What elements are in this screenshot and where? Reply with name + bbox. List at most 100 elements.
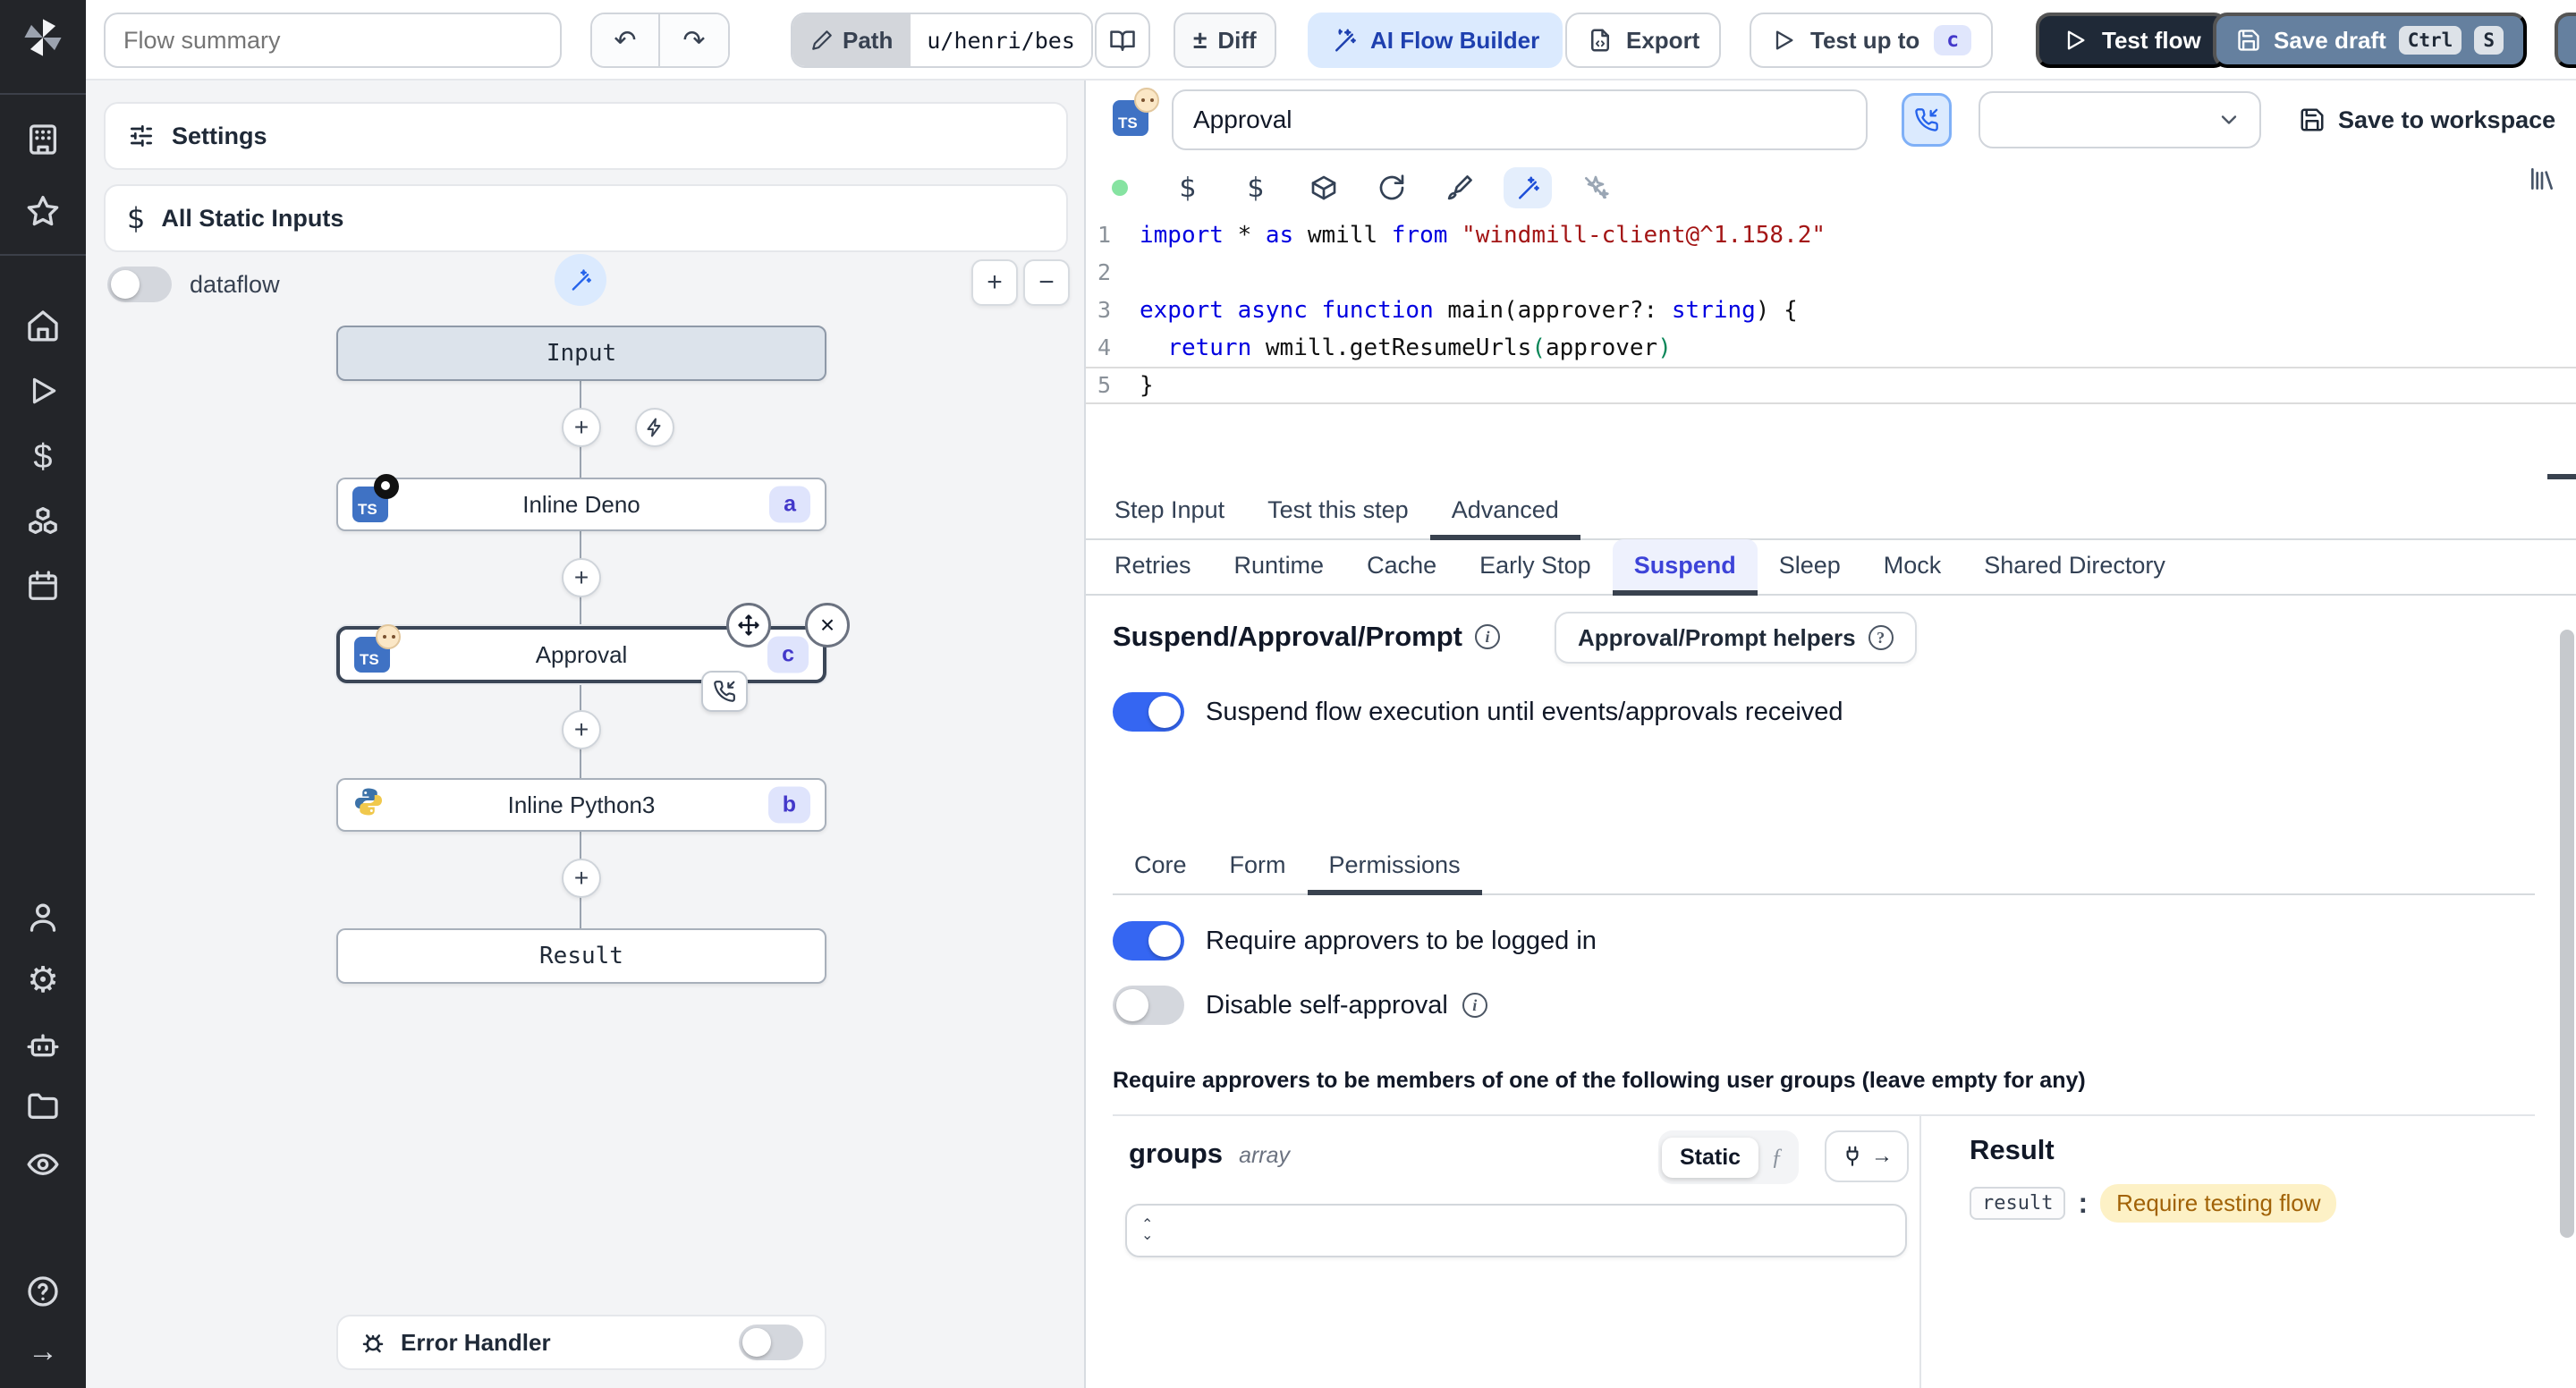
script-version-select[interactable] <box>1979 91 2261 148</box>
sliders-icon <box>131 125 152 147</box>
approval-prompt-helpers-button[interactable]: Approval/Prompt helpers ? <box>1555 612 1917 664</box>
ai-sparkles-off-button[interactable] <box>1562 174 1630 202</box>
code-line: 1 import * as wmill from "windmill-client… <box>1097 222 1826 249</box>
info-icon[interactable]: i <box>1462 993 1487 1018</box>
flow-node-inline-python[interactable]: Inline Python3 b <box>336 778 826 832</box>
favorites-star-icon[interactable] <box>0 193 86 229</box>
add-step-button[interactable]: + <box>562 408 601 447</box>
settings-gear-icon[interactable]: ⚙ <box>0 962 86 998</box>
windmill-logo-icon[interactable] <box>0 14 86 61</box>
lightning-icon <box>647 418 661 437</box>
step-title-input[interactable] <box>1172 89 1868 150</box>
sidebar-divider <box>0 93 86 95</box>
runs-play-icon[interactable] <box>0 374 86 408</box>
workspace-icon[interactable] <box>0 122 86 157</box>
step-id-badge: b <box>767 786 810 824</box>
ai-suggest-wand-button[interactable] <box>555 254 606 306</box>
folders-icon[interactable] <box>0 1088 86 1123</box>
home-icon[interactable] <box>0 308 86 343</box>
add-step-button[interactable]: + <box>562 859 601 898</box>
script-library-button[interactable] <box>2528 165 2556 193</box>
error-handler-toggle[interactable] <box>739 1325 803 1360</box>
users-person-icon[interactable] <box>0 900 86 935</box>
save-draft-button[interactable]: Save draft Ctrl S <box>2213 13 2527 68</box>
reload-button[interactable] <box>1358 174 1426 202</box>
diff-button[interactable]: ± Diff <box>1174 13 1276 68</box>
move-step-button[interactable] <box>726 603 771 647</box>
help-icon[interactable] <box>0 1274 86 1309</box>
suspend-execution-toggle[interactable] <box>1113 692 1184 732</box>
flow-summary-input[interactable] <box>104 13 562 68</box>
typescript-icon: TS <box>1113 88 1159 136</box>
test-up-to-button[interactable]: Test up to c <box>1750 13 1994 68</box>
add-step-button[interactable]: + <box>562 710 601 749</box>
export-button[interactable]: Export <box>1565 13 1722 68</box>
sparkles-off-icon <box>1585 175 1609 199</box>
tab-permissions[interactable]: Permissions <box>1307 839 1482 894</box>
flow-node-input[interactable]: Input <box>336 326 826 381</box>
dataflow-toggle[interactable] <box>107 267 172 302</box>
workers-robot-icon[interactable] <box>0 1027 86 1062</box>
result-key-chip[interactable]: result <box>1970 1187 2066 1220</box>
field-type: array <box>1239 1143 1291 1168</box>
ai-wand-button[interactable] <box>1494 167 1562 208</box>
redo-button[interactable]: ↷ <box>660 14 728 66</box>
audit-eye-icon[interactable] <box>0 1147 86 1182</box>
javascript-mode-button[interactable]: ƒ <box>1758 1138 1795 1176</box>
tab-core[interactable]: Core <box>1113 839 1208 893</box>
path-button[interactable]: Path u/henri/bes <box>791 13 1093 68</box>
docs-book-button[interactable] <box>1095 13 1150 68</box>
windmill-flow-editor: $ ⚙ → ↶ ↷ <box>0 0 2576 1388</box>
info-icon[interactable]: i <box>1474 624 1500 649</box>
tab-mock[interactable]: Mock <box>1862 539 1963 594</box>
deploy-button-partial[interactable] <box>2555 13 2576 68</box>
static-mode-button[interactable]: Static <box>1662 1137 1759 1178</box>
tab-test-this-step[interactable]: Test this step <box>1246 484 1430 538</box>
schedules-calendar-icon[interactable] <box>0 569 86 603</box>
add-trigger-button[interactable] <box>635 408 674 447</box>
suspend-phone-button[interactable] <box>1902 93 1952 147</box>
phone-incoming-icon <box>714 681 735 702</box>
require-login-toggle[interactable] <box>1113 921 1184 961</box>
tab-step-input[interactable]: Step Input <box>1093 484 1246 538</box>
variables-dollar-button[interactable]: $ <box>1154 173 1222 204</box>
undo-button[interactable]: ↶ <box>592 14 660 66</box>
step-tabs: Step Input Test this step Advanced <box>1086 485 2576 540</box>
zoom-out-button[interactable]: − <box>1023 259 1070 306</box>
tab-suspend[interactable]: Suspend <box>1612 539 1758 595</box>
delete-step-button[interactable]: × <box>805 603 850 647</box>
tab-sleep[interactable]: Sleep <box>1758 539 1862 594</box>
flow-node-result[interactable]: Result <box>336 928 826 984</box>
flow-settings-card[interactable]: Settings <box>104 102 1068 170</box>
result-title: Result <box>1970 1134 2055 1165</box>
tab-form[interactable]: Form <box>1208 839 1308 893</box>
tab-shared-directory[interactable]: Shared Directory <box>1962 539 2187 594</box>
package-icon <box>1311 175 1336 200</box>
expand-arrow-icon[interactable]: → <box>0 1334 86 1369</box>
tab-runtime[interactable]: Runtime <box>1213 539 1346 594</box>
resources-dollar-button[interactable]: $ <box>1222 173 1290 204</box>
package-button[interactable] <box>1290 174 1358 202</box>
resources-boxes-icon[interactable] <box>0 504 86 540</box>
tab-advanced[interactable]: Advanced <box>1429 484 1580 539</box>
tab-early-stop[interactable]: Early Stop <box>1458 539 1613 594</box>
all-static-inputs-card[interactable]: $ All Static Inputs <box>104 184 1068 252</box>
path-value: u/henri/bes <box>911 14 1091 66</box>
connect-input-button[interactable]: → <box>1825 1130 1909 1182</box>
error-handler-card[interactable]: Error Handler <box>336 1315 826 1370</box>
panel-scrollbar[interactable] <box>2560 630 2574 1238</box>
add-step-button[interactable]: + <box>562 558 601 597</box>
result-value-badge[interactable]: Require testing flow <box>2100 1184 2337 1223</box>
groups-array-input[interactable]: ⌃ ⌄ <box>1125 1204 1907 1257</box>
format-brush-button[interactable] <box>1426 174 1494 202</box>
tab-retries[interactable]: Retries <box>1093 539 1213 594</box>
flow-node-inline-deno[interactable]: TS Inline Deno a <box>336 474 826 531</box>
variables-dollar-icon[interactable]: $ <box>0 438 86 477</box>
zoom-in-button[interactable]: + <box>971 259 1018 306</box>
ai-flow-builder-button[interactable]: AI Flow Builder <box>1308 13 1563 68</box>
disable-self-approval-toggle[interactable] <box>1113 986 1184 1025</box>
save-to-workspace-button[interactable]: Save to workspace <box>2288 95 2566 145</box>
code-editor[interactable]: 1 import * as wmill from "windmill-client… <box>1086 216 2576 513</box>
test-flow-button[interactable]: Test flow <box>2036 13 2228 68</box>
tab-cache[interactable]: Cache <box>1345 539 1458 594</box>
